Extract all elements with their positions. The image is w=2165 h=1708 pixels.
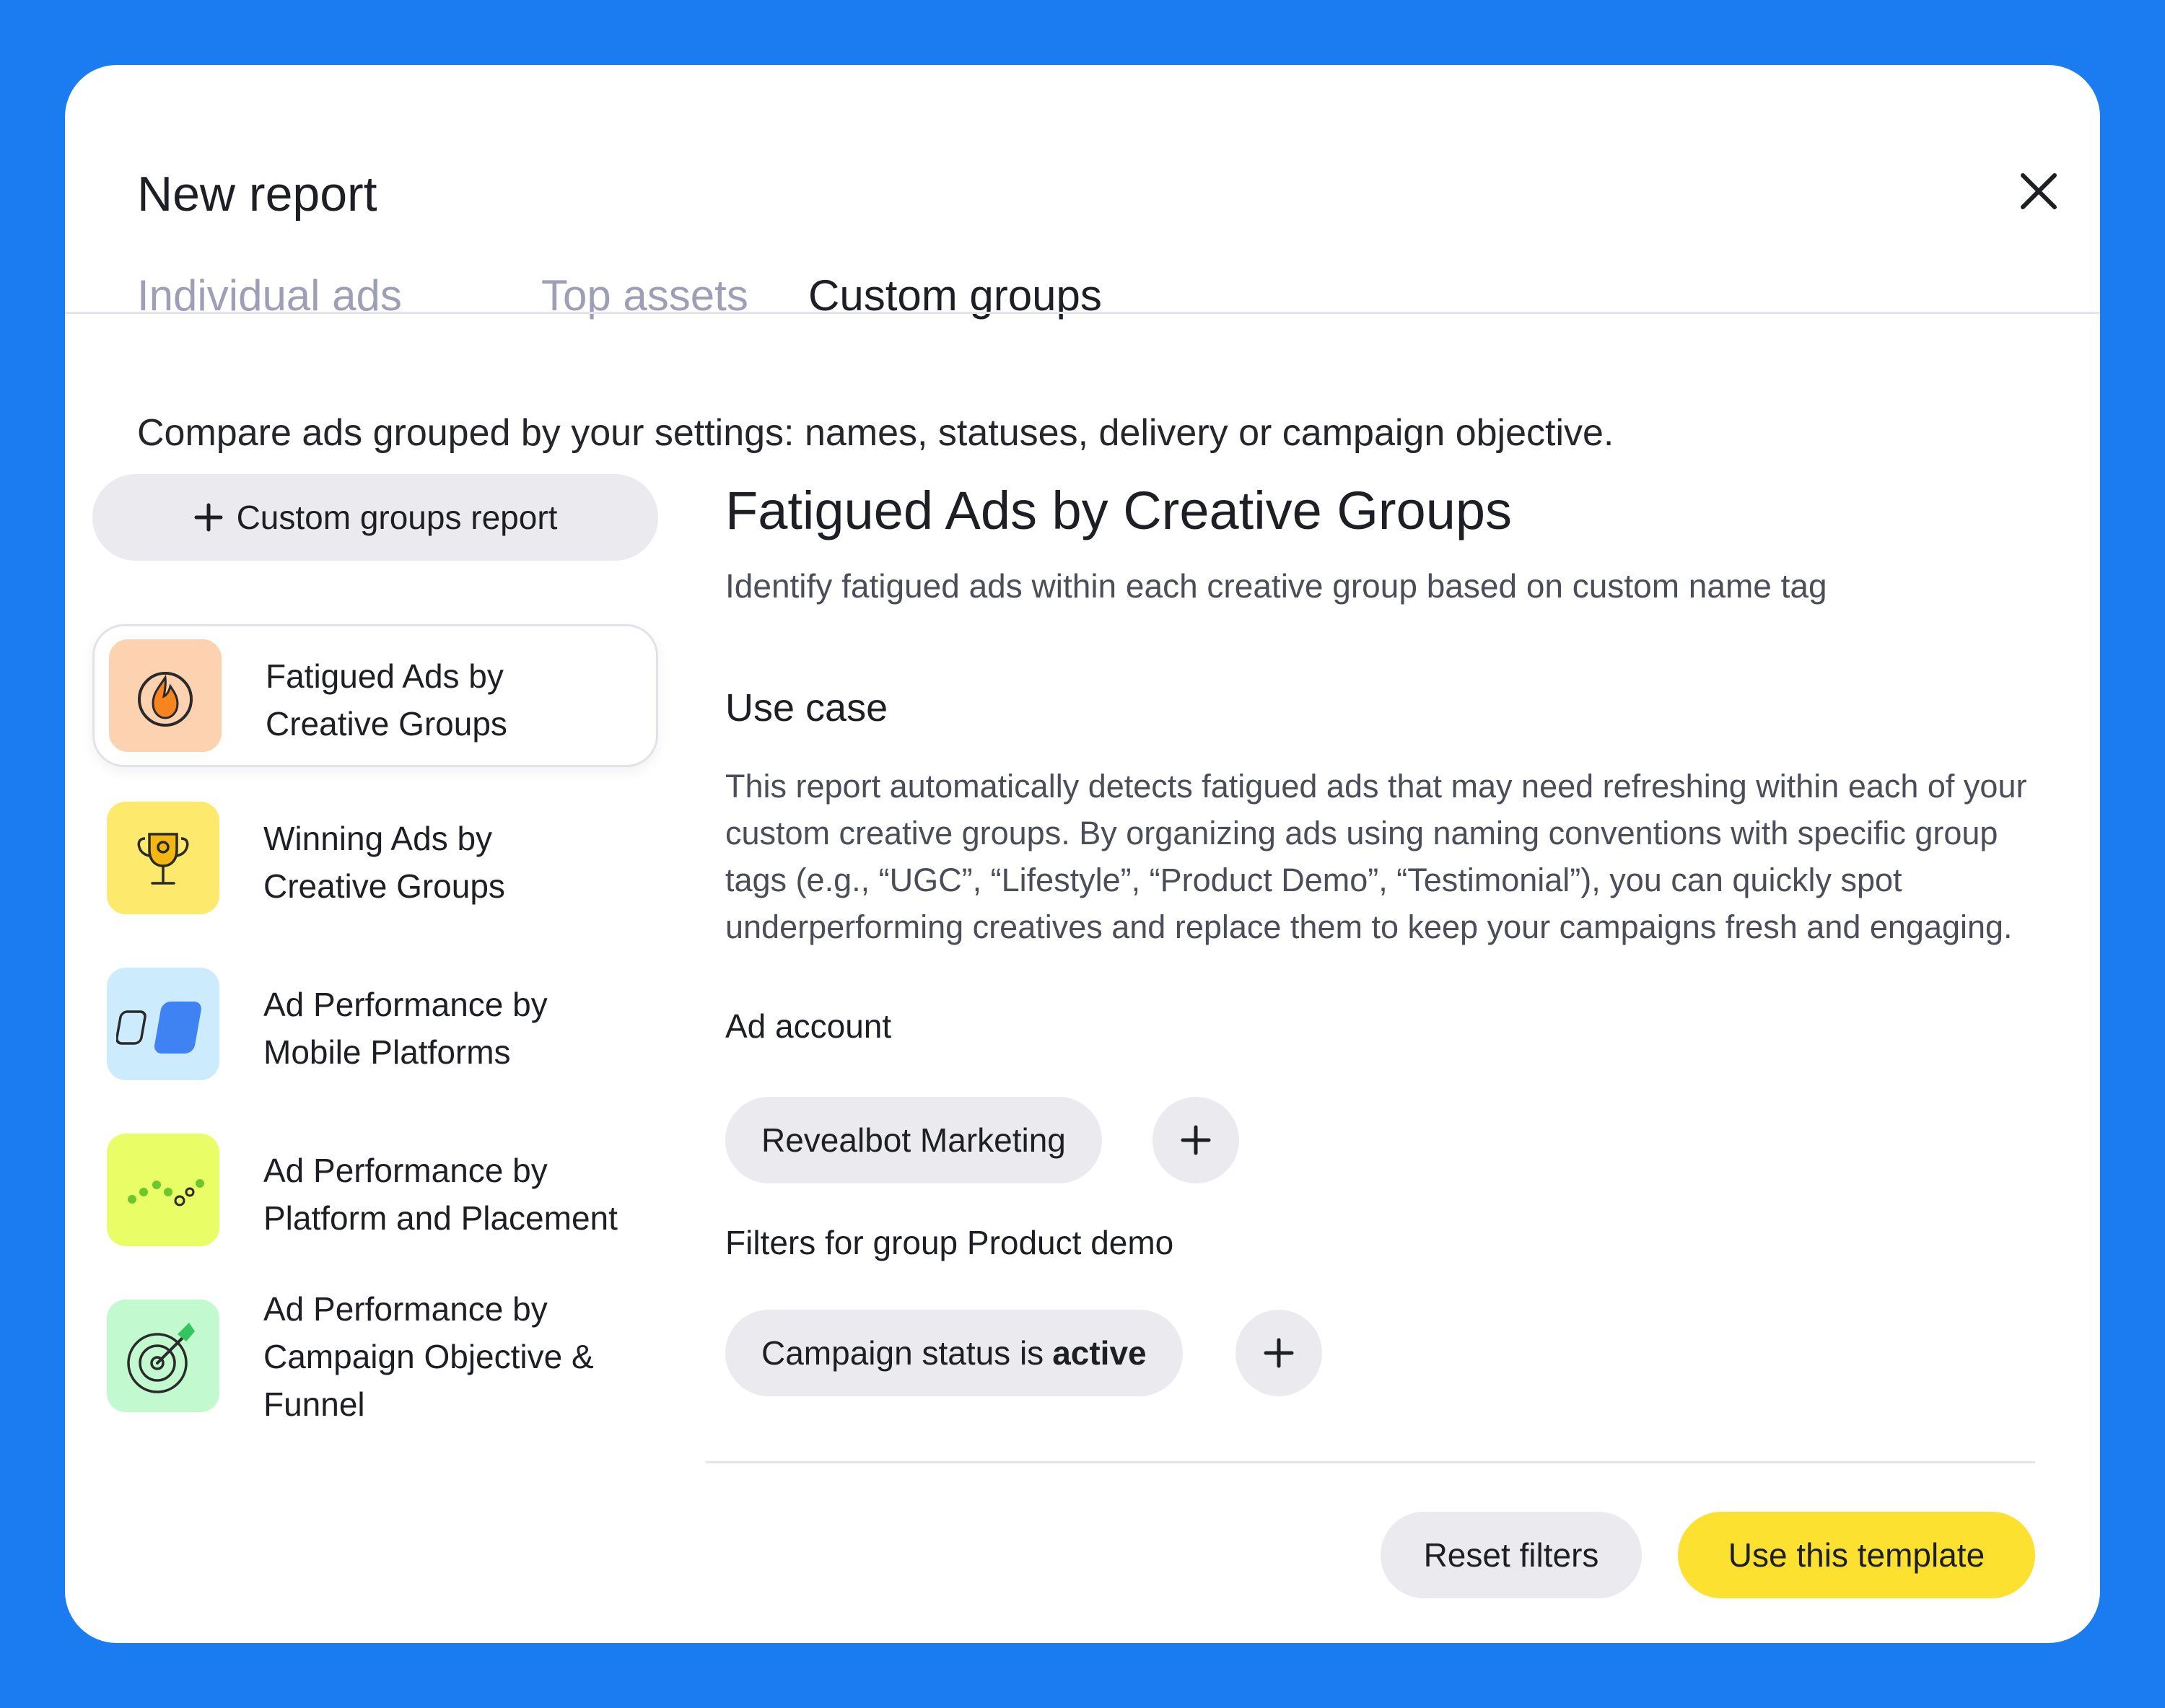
template-item-platform-placement[interactable]: Ad Performance by Platform and Placement bbox=[92, 1121, 658, 1264]
close-icon bbox=[2021, 173, 2057, 209]
add-filter-button[interactable] bbox=[1235, 1310, 1322, 1396]
filter-chip-value: active bbox=[1052, 1334, 1147, 1372]
add-custom-groups-report-button[interactable]: Custom groups report bbox=[92, 474, 658, 561]
tab-description: Compare ads grouped by your settings: na… bbox=[137, 412, 1614, 454]
template-item-fatigued-ads[interactable]: Fatigued Ads by Creative Groups bbox=[92, 624, 658, 767]
template-label: Winning Ads by Creative Groups bbox=[263, 820, 505, 905]
footer-divider bbox=[706, 1461, 2035, 1463]
use-template-button[interactable]: Use this template bbox=[1678, 1512, 2035, 1598]
use-case-text: This report automatically detects fatigu… bbox=[725, 768, 2027, 945]
reset-filters-button[interactable]: Reset filters bbox=[1381, 1512, 1642, 1598]
template-title: Fatigued Ads by Creative Groups bbox=[725, 481, 1513, 540]
template-item-campaign-objective[interactable]: Ad Performance by Campaign Objective & F… bbox=[92, 1287, 658, 1453]
modal-title: New report bbox=[137, 167, 377, 222]
filters-label: Filters for group Product demo bbox=[725, 1224, 1174, 1261]
flame-icon bbox=[109, 639, 222, 752]
template-item-mobile-platforms[interactable]: Ad Performance by Mobile Platforms bbox=[92, 955, 658, 1098]
placement-dots-icon bbox=[107, 1134, 219, 1246]
plus-icon bbox=[193, 502, 224, 533]
template-description: Identify fatigued ads within each creati… bbox=[725, 567, 1827, 605]
template-label: Fatigued Ads by Creative Groups bbox=[266, 657, 507, 743]
use-case-heading: Use case bbox=[725, 686, 888, 730]
template-label: Ad Performance by Mobile Platforms bbox=[263, 986, 548, 1071]
ad-account-chip[interactable]: Revealbot Marketing bbox=[725, 1097, 1102, 1183]
ad-account-label: Ad account bbox=[725, 1007, 892, 1045]
add-report-label: Custom groups report bbox=[236, 499, 558, 536]
template-label: Ad Performance by Campaign Objective & F… bbox=[263, 1290, 594, 1423]
close-button[interactable] bbox=[2006, 159, 2071, 224]
plus-icon bbox=[1264, 1338, 1294, 1368]
template-item-winning-ads[interactable]: Winning Ads by Creative Groups bbox=[92, 789, 658, 932]
filter-chip-prefix: Campaign status is bbox=[761, 1334, 1044, 1372]
plus-icon bbox=[1181, 1125, 1211, 1155]
target-icon bbox=[107, 1300, 219, 1412]
header-divider bbox=[65, 312, 2100, 314]
mobile-platforms-icon bbox=[107, 968, 219, 1080]
new-report-modal: New report Individual ads Top assets Cus… bbox=[65, 65, 2100, 1643]
add-ad-account-button[interactable] bbox=[1153, 1097, 1239, 1183]
template-label: Ad Performance by Platform and Placement bbox=[263, 1152, 618, 1237]
trophy-icon bbox=[107, 802, 219, 914]
filter-chip-campaign-status[interactable]: Campaign status is active bbox=[725, 1310, 1183, 1396]
